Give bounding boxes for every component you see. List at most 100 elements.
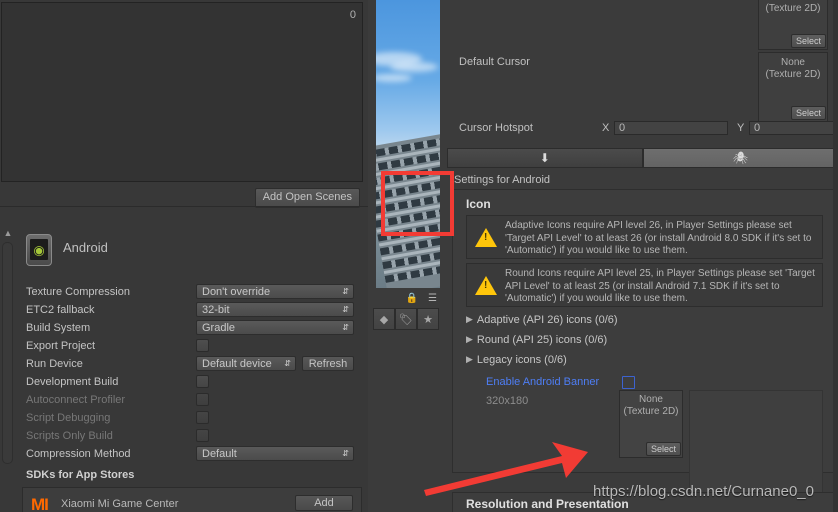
popup-value-compression-method: Default xyxy=(202,448,237,460)
label-texture-compression: Texture Compression xyxy=(26,286,130,298)
platform-name-label: Android xyxy=(63,240,108,255)
cursor-hotspot-label: Cursor Hotspot xyxy=(459,122,533,134)
row-compression-method: Compression Method Default ⇵ xyxy=(26,446,362,464)
scenes-in-build-list[interactable]: 0 xyxy=(1,2,363,182)
sdk-list-box: MI Xiaomi Mi Game Center Add xyxy=(22,487,362,512)
banner-preview-area xyxy=(689,390,823,494)
row-script-debugging: Script Debugging xyxy=(26,410,362,428)
popup-value-run-device: Default device xyxy=(202,358,272,370)
popup-etc2-fallback[interactable]: 32-bit ⇵ xyxy=(196,302,354,317)
label-etc2-fallback: ETC2 fallback xyxy=(26,304,95,316)
texture-slot-type-label: (Texture 2D) xyxy=(623,406,679,417)
tag-icon-button[interactable]: 🏷 xyxy=(395,308,417,330)
player-settings-inspector: (Texture 2D) Select Default Cursor None … xyxy=(440,0,838,512)
label-scripts-only-build: Scripts Only Build xyxy=(26,430,113,442)
chevron-right-icon: ▶ xyxy=(466,314,473,324)
warning-round-icons: Round Icons require API level 25, in Pla… xyxy=(466,263,823,307)
popup-run-device[interactable]: Default device ⇵ xyxy=(196,356,296,371)
label-script-debugging: Script Debugging xyxy=(26,412,111,424)
foldout-legacy-icons[interactable]: ▶ Legacy icons (0/6) xyxy=(466,354,567,366)
refresh-devices-button[interactable]: Refresh xyxy=(302,356,354,371)
texture-select-button[interactable]: Select xyxy=(645,442,681,456)
panel-divider xyxy=(0,206,368,207)
inspector-scrollbar[interactable] xyxy=(833,0,838,512)
warning-triangle-icon xyxy=(475,228,497,247)
chevron-right-icon: ▶ xyxy=(466,354,473,364)
standalone-download-icon: ⬇ xyxy=(539,151,550,165)
warning-round-icons-text: Round Icons require API level 25, in Pla… xyxy=(505,268,815,304)
enable-android-banner-checkbox[interactable] xyxy=(622,376,635,389)
foldout-round-icons[interactable]: ▶ Round (API 25) icons (0/6) xyxy=(466,334,607,346)
texture-select-button[interactable]: Select xyxy=(790,106,826,120)
label-compression-method: Compression Method xyxy=(26,448,131,460)
preview-strip-panel: 🔒 ☰ ◆ 🏷 ★ xyxy=(368,0,440,512)
watermark-url: https://blog.csdn.net/Curnane0_0 xyxy=(593,483,814,500)
texture-select-button[interactable]: Select xyxy=(790,34,826,48)
row-scripts-only-build: Scripts Only Build xyxy=(26,428,362,446)
popup-value-build-system: Gradle xyxy=(202,322,236,334)
checkbox-scripts-only-build xyxy=(196,429,209,442)
popup-build-system[interactable]: Gradle ⇵ xyxy=(196,320,354,335)
checkbox-export-project[interactable] xyxy=(196,339,209,352)
texture-slot-android-banner[interactable]: None (Texture 2D) Select xyxy=(619,390,683,458)
row-run-device: Run Device Default device ⇵ Refresh xyxy=(26,356,362,374)
foldout-adaptive-icons[interactable]: ▶ Adaptive (API 26) icons (0/6) xyxy=(466,314,618,326)
sdks-for-app-stores-header: SDKs for App Stores xyxy=(26,469,135,481)
platform-tab-android[interactable]: 🕷 xyxy=(642,148,838,168)
hamburger-menu-icon[interactable]: ☰ xyxy=(428,293,437,304)
object-icon-button[interactable]: ◆ xyxy=(373,308,395,330)
unity-editor-screenshot: 0 Add Open Scenes ▲ ◉ Android Texture Co… xyxy=(0,0,838,512)
lock-icon[interactable]: 🔒 xyxy=(406,293,418,304)
texture-slot-none-label: None xyxy=(781,57,805,68)
row-autoconnect-profiler: Autoconnect Profiler xyxy=(26,392,362,410)
sdk-entry-label: Xiaomi Mi Game Center xyxy=(61,498,179,510)
texture-slot-type-label: (Texture 2D) xyxy=(765,69,821,80)
android-robot-icon: 🕷 xyxy=(732,151,748,165)
warning-triangle-icon xyxy=(475,276,497,295)
texture-slot-default-cursor[interactable]: None (Texture 2D) Select xyxy=(758,52,828,122)
scroll-up-arrow-icon[interactable]: ▲ xyxy=(2,228,14,238)
foldout-round-icons-label: Round (API 25) icons (0/6) xyxy=(476,334,608,346)
checkbox-script-debugging xyxy=(196,411,209,424)
chevron-updown-icon: ⇵ xyxy=(342,449,349,458)
cursor-hotspot-x-label: X xyxy=(602,122,610,134)
android-robot-glyph: ◉ xyxy=(33,242,45,258)
cursor-hotspot-x-input[interactable]: 0 xyxy=(614,121,728,135)
row-development-build: Development Build xyxy=(26,374,362,392)
popup-compression-method[interactable]: Default ⇵ xyxy=(196,446,354,461)
favorite-star-icon-button[interactable]: ★ xyxy=(417,308,439,330)
icon-section-title: Icon xyxy=(466,197,491,211)
texture-slot-default-icon[interactable]: (Texture 2D) Select xyxy=(758,0,828,50)
sdk-add-button[interactable]: Add xyxy=(295,495,353,511)
chevron-updown-icon: ⇵ xyxy=(342,305,349,314)
foldout-legacy-icons-label: Legacy icons (0/6) xyxy=(476,354,567,366)
build-settings-panel: 0 Add Open Scenes ▲ ◉ Android Texture Co… xyxy=(0,0,368,512)
platform-tab-standalone[interactable]: ⬇ xyxy=(447,148,643,168)
row-etc2-fallback: ETC2 fallback 32-bit ⇵ xyxy=(26,302,362,320)
row-texture-compression: Texture Compression Don't override ⇵ xyxy=(26,284,362,302)
row-export-project: Export Project xyxy=(26,338,362,356)
build-settings-scrollbar[interactable] xyxy=(2,242,13,464)
settings-for-platform-label: Settings for Android xyxy=(454,174,551,186)
foldout-adaptive-icons-label: Adaptive (API 26) icons (0/6) xyxy=(476,314,618,326)
checkbox-development-build[interactable] xyxy=(196,375,209,388)
chevron-updown-icon: ⇵ xyxy=(284,359,291,368)
popup-texture-compression[interactable]: Don't override ⇵ xyxy=(196,284,354,299)
asset-preview-image xyxy=(376,0,440,288)
label-development-build: Development Build xyxy=(26,376,119,388)
default-cursor-label: Default Cursor xyxy=(459,56,530,68)
icon-settings-group: Icon Adaptive Icons require API level 26… xyxy=(452,189,834,494)
row-build-system: Build System Gradle ⇵ xyxy=(26,320,362,338)
platform-tab-bar: ⬇ 🕷 xyxy=(447,148,838,168)
android-device-icon: ◉ xyxy=(26,234,52,266)
add-open-scenes-button[interactable]: Add Open Scenes xyxy=(254,188,360,208)
building-photo-shape xyxy=(376,130,440,288)
cursor-hotspot-y-input[interactable]: 0 xyxy=(749,121,838,135)
checkbox-autoconnect-profiler xyxy=(196,393,209,406)
label-run-device: Run Device xyxy=(26,358,83,370)
preview-footer-bar: 🔒 ☰ xyxy=(376,290,440,308)
chevron-updown-icon: ⇵ xyxy=(342,323,349,332)
popup-value-texture-compression: Don't override xyxy=(202,286,271,298)
scene-index-label: 0 xyxy=(349,9,356,21)
label-build-system: Build System xyxy=(26,322,91,334)
